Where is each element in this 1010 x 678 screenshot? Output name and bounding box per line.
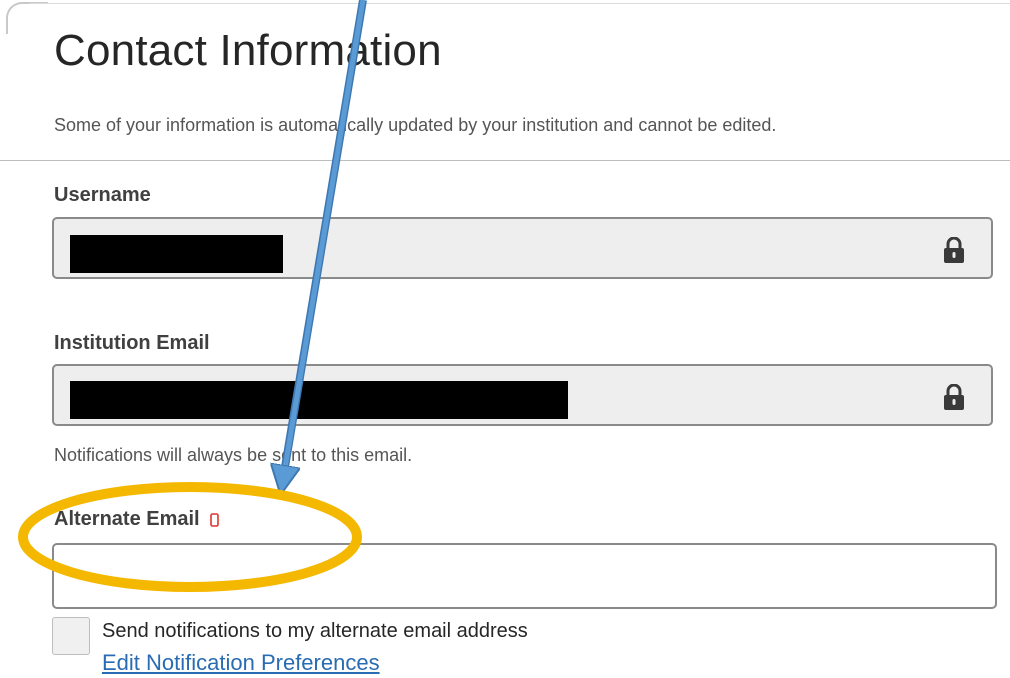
page-title: Contact Information <box>54 26 442 75</box>
send-to-alternate-checkbox[interactable] <box>52 617 90 655</box>
mobile-icon <box>209 512 219 527</box>
alternate-email-input[interactable] <box>52 543 997 609</box>
section-divider <box>0 160 1010 161</box>
panel-top-border <box>30 3 1010 4</box>
username-redacted-value <box>70 235 283 273</box>
contact-information-panel: Contact Information Some of your informa… <box>0 0 1010 678</box>
edit-notification-preferences-link[interactable]: Edit Notification Preferences <box>102 650 380 676</box>
alternate-email-label: Alternate Email <box>54 508 200 530</box>
lock-icon <box>944 384 964 410</box>
institution-email-help-text: Notifications will always be sent to thi… <box>54 445 413 465</box>
username-label: Username <box>54 184 151 206</box>
institution-email-redacted-value <box>70 381 568 419</box>
send-to-alternate-label[interactable]: Send notifications to my alternate email… <box>102 620 528 643</box>
institution-email-field <box>52 364 993 426</box>
username-field <box>52 217 993 279</box>
lock-icon <box>944 237 964 263</box>
page-subtitle: Some of your information is automaticall… <box>54 115 777 135</box>
panel-corner <box>6 2 48 34</box>
alternate-email-label-group: Alternate Email <box>54 508 219 531</box>
institution-email-label: Institution Email <box>54 332 210 354</box>
